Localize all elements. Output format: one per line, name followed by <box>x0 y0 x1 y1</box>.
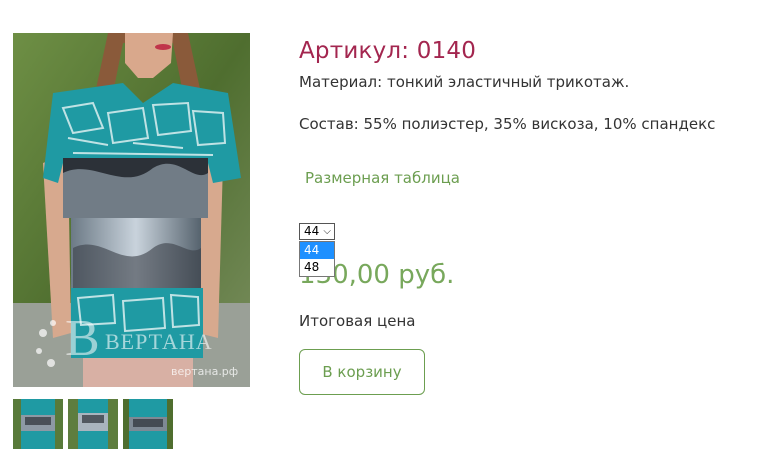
watermark-brand: ВЕРТАНА <box>105 329 213 354</box>
chevron-down-icon: ⌵ <box>323 226 331 237</box>
size-option-44[interactable]: 44 <box>300 242 334 259</box>
product-composition: Состав: 55% полиэстер, 35% вискоза, 10% … <box>299 115 716 133</box>
watermark-url: вертана.рф <box>171 365 239 378</box>
watermark-letter: В <box>65 310 100 367</box>
thumbnail-1[interactable] <box>13 399 63 449</box>
total-price-label: Итоговая цена <box>299 312 416 330</box>
add-to-cart-button[interactable]: В корзину <box>299 349 425 395</box>
size-dropdown-list: 44 48 <box>299 241 335 277</box>
size-chart-link[interactable]: Размерная таблица <box>305 169 460 187</box>
thumbnail-strip <box>13 399 173 449</box>
thumbnail-1-image <box>13 399 63 449</box>
product-main-image[interactable]: В ВЕРТАНА вертана.рф <box>13 33 250 387</box>
add-to-cart-label: В корзину <box>322 363 402 381</box>
thumbnail-2[interactable] <box>68 399 118 449</box>
thumbnail-3-image <box>123 399 173 449</box>
product-material: Материал: тонкий эластичный трикотаж. <box>299 73 630 91</box>
thumbnail-2-image <box>68 399 118 449</box>
size-option-48[interactable]: 48 <box>300 259 334 276</box>
size-select[interactable]: 44 ⌵ <box>299 223 335 240</box>
thumbnail-3[interactable] <box>123 399 173 449</box>
size-select-value: 44 <box>304 224 320 238</box>
product-title: Артикул: 0140 <box>299 38 477 64</box>
